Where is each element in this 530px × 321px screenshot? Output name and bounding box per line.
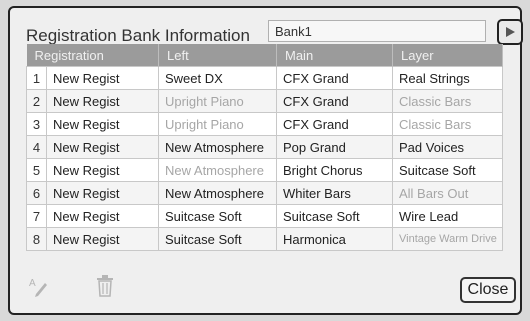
table-header-row: Registration Left Main Layer <box>26 44 503 67</box>
left-voice: New Atmosphere <box>158 181 277 205</box>
layer-voice: Wire Lead <box>392 204 503 228</box>
rename-pencil-icon[interactable]: A <box>28 275 50 297</box>
left-voice: Suitcase Soft <box>158 227 277 251</box>
registration-name: New Regist <box>46 227 159 251</box>
registration-name: New Regist <box>46 112 159 136</box>
table-row[interactable]: 2 New Regist Upright Piano CFX Grand Cla… <box>26 89 503 113</box>
registration-name: New Regist <box>46 135 159 159</box>
row-number: 6 <box>26 181 47 205</box>
table-row[interactable]: 7 New Regist Suitcase Soft Suitcase Soft… <box>26 204 503 228</box>
table-row[interactable]: 5 New Regist New Atmosphere Bright Choru… <box>26 158 503 182</box>
table-row[interactable]: 6 New Regist New Atmosphere Whiter Bars … <box>26 181 503 205</box>
row-number: 1 <box>26 66 47 90</box>
registration-name: New Regist <box>46 158 159 182</box>
layer-voice: Classic Bars <box>392 89 503 113</box>
layer-voice: Pad Voices <box>392 135 503 159</box>
registration-name: New Regist <box>46 181 159 205</box>
layer-voice: All Bars Out <box>392 181 503 205</box>
registration-name: New Regist <box>46 89 159 113</box>
column-header-left: Left <box>158 44 277 67</box>
svg-text:A: A <box>29 278 36 289</box>
registration-table: Registration Left Main Layer 1 New Regis… <box>26 44 503 251</box>
left-voice: New Atmosphere <box>158 135 277 159</box>
left-voice: Sweet DX <box>158 66 277 90</box>
next-bank-button[interactable] <box>497 19 523 45</box>
play-right-icon <box>506 27 515 37</box>
layer-voice: Suitcase Soft <box>392 158 503 182</box>
registration-name: New Regist <box>46 66 159 90</box>
main-voice: Suitcase Soft <box>276 204 393 228</box>
main-voice: Bright Chorus <box>276 158 393 182</box>
main-voice: Harmonica <box>276 227 393 251</box>
left-voice: Upright Piano <box>158 112 277 136</box>
left-voice: Upright Piano <box>158 89 277 113</box>
dialog-title: Registration Bank Information <box>26 26 250 45</box>
table-row[interactable]: 3 New Regist Upright Piano CFX Grand Cla… <box>26 112 503 136</box>
registration-name: New Regist <box>46 204 159 228</box>
row-number: 5 <box>26 158 47 182</box>
row-number: 4 <box>26 135 47 159</box>
bank-name-field[interactable]: Bank1 <box>268 20 486 42</box>
left-voice: New Atmosphere <box>158 158 277 182</box>
main-voice: CFX Grand <box>276 89 393 113</box>
table-row[interactable]: 1 New Regist Sweet DX CFX Grand Real Str… <box>26 66 503 90</box>
table-row[interactable]: 8 New Regist Suitcase Soft Harmonica Vin… <box>26 227 503 251</box>
row-number: 3 <box>26 112 47 136</box>
table-row[interactable]: 4 New Regist New Atmosphere Pop Grand Pa… <box>26 135 503 159</box>
layer-voice: Vintage Warm Drive <box>392 227 503 251</box>
row-number: 2 <box>26 89 47 113</box>
layer-voice: Real Strings <box>392 66 503 90</box>
main-voice: CFX Grand <box>276 66 393 90</box>
main-voice: Whiter Bars <box>276 181 393 205</box>
column-header-layer: Layer <box>392 44 503 67</box>
layer-voice: Classic Bars <box>392 112 503 136</box>
trash-icon[interactable] <box>96 275 114 297</box>
column-header-main: Main <box>276 44 393 67</box>
row-number: 8 <box>26 227 47 251</box>
screen-frame: Registration Bank Information Bank1 Regi… <box>0 0 530 321</box>
main-voice: CFX Grand <box>276 112 393 136</box>
left-voice: Suitcase Soft <box>158 204 277 228</box>
column-header-registration: Registration <box>26 44 159 67</box>
main-voice: Pop Grand <box>276 135 393 159</box>
close-button[interactable]: Close <box>460 277 516 303</box>
row-number: 7 <box>26 204 47 228</box>
